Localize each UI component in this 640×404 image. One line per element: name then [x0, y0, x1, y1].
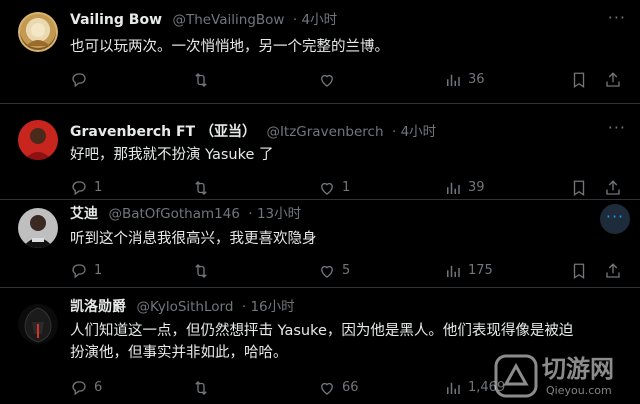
avatar[interactable]: [18, 304, 58, 344]
reply-button[interactable]: 1: [70, 261, 102, 281]
share-button[interactable]: [604, 70, 628, 90]
analytics-icon: [447, 265, 460, 277]
like-button[interactable]: 5: [318, 261, 350, 281]
share-icon: [606, 72, 620, 87]
watermark: 切游网 Qieyou.com: [494, 354, 634, 400]
reply-icon: [72, 73, 86, 88]
like-count: 66: [342, 380, 359, 395]
bookmark-icon: [573, 72, 585, 89]
reply-icon: [72, 381, 86, 396]
more-icon[interactable]: ···: [608, 8, 626, 27]
user-handle[interactable]: @ItzGravenberch: [266, 124, 383, 140]
tweet[interactable]: Gravenberch FT （亚当） @ItzGravenberch · 4小…: [0, 104, 640, 200]
tweet[interactable]: Vailing Bow @TheVailingBow · 4小时 ··· 也可以…: [0, 0, 640, 104]
user-handle[interactable]: @BatOfGotham146: [108, 206, 239, 222]
timestamp[interactable]: · 16小时: [242, 299, 295, 315]
analytics-icon: [447, 74, 460, 86]
share-icon: [606, 180, 620, 195]
analytics-icon: [447, 182, 460, 194]
reply-button[interactable]: 1: [70, 178, 102, 198]
retweet-button[interactable]: [192, 261, 216, 281]
share-button[interactable]: [604, 178, 628, 198]
bookmark-button[interactable]: [570, 178, 594, 198]
like-button[interactable]: [318, 70, 342, 90]
tweet-text: 听到这个消息我很高兴，我更喜欢隐身: [70, 231, 317, 247]
retweet-button[interactable]: [192, 378, 216, 398]
retweet-icon: [195, 381, 207, 395]
heart-icon: [321, 265, 333, 278]
share-button[interactable]: [604, 261, 628, 281]
display-name[interactable]: 凯洛勋爵: [70, 299, 126, 315]
timestamp[interactable]: · 4小时: [293, 12, 337, 28]
tweet-text: 也可以玩两次。一次悄悄地，另一个完整的兰博。: [70, 39, 389, 55]
tweet[interactable]: 艾迪 @BatOfGotham146 · 13小时 ··· 听到这个消息我很高兴…: [0, 200, 640, 288]
avatar[interactable]: [18, 208, 58, 248]
retweet-button[interactable]: [192, 70, 216, 90]
reply-button[interactable]: [70, 70, 94, 90]
user-handle[interactable]: @TheVailingBow: [172, 12, 284, 28]
view-count: 36: [468, 72, 485, 87]
heart-icon: [321, 382, 333, 395]
views-button[interactable]: 175: [444, 261, 493, 281]
more-icon[interactable]: ···: [600, 204, 630, 234]
like-count: 5: [342, 263, 351, 278]
more-icon[interactable]: ···: [608, 118, 626, 137]
view-count: 39: [468, 180, 485, 195]
avatar[interactable]: [18, 120, 58, 160]
reply-count: 6: [94, 380, 103, 395]
views-button[interactable]: 39: [444, 178, 485, 198]
watermark-text: 切游网: [542, 355, 614, 383]
views-button[interactable]: 36: [444, 70, 485, 90]
bookmark-icon: [573, 263, 585, 280]
reply-count: 1: [94, 180, 103, 195]
avatar[interactable]: [18, 12, 58, 52]
retweet-icon: [195, 181, 207, 195]
share-icon: [606, 263, 620, 278]
heart-icon: [321, 74, 333, 87]
reply-count: 1: [94, 263, 103, 278]
bookmark-icon: [573, 180, 585, 197]
retweet-icon: [195, 264, 207, 278]
analytics-icon: [447, 382, 460, 394]
reply-icon: [72, 264, 86, 279]
user-handle[interactable]: @KyloSithLord: [136, 299, 233, 315]
reply-button[interactable]: 6: [70, 378, 102, 398]
bookmark-button[interactable]: [570, 70, 594, 90]
display-name[interactable]: Gravenberch FT （亚当）: [70, 124, 256, 140]
display-name[interactable]: 艾迪: [70, 206, 98, 222]
bookmark-button[interactable]: [570, 261, 594, 281]
heart-icon: [321, 182, 333, 195]
timestamp[interactable]: · 4小时: [392, 124, 436, 140]
display-name[interactable]: Vailing Bow: [70, 12, 162, 28]
like-button[interactable]: 1: [318, 178, 350, 198]
reply-icon: [72, 181, 86, 196]
timestamp[interactable]: · 13小时: [248, 206, 301, 222]
retweet-icon: [195, 73, 207, 87]
retweet-button[interactable]: [192, 178, 216, 198]
tweet-text: 好吧，那我就不扮演 Yasuke 了: [70, 147, 274, 163]
tweet-text: 人们知道这一点，但仍然想抨击 Yasuke，因为他是黑人。他们表现得像是被迫: [70, 323, 574, 339]
like-count: 1: [342, 180, 351, 195]
view-count: 175: [468, 263, 493, 278]
watermark-subtext: Qieyou.com: [546, 384, 612, 397]
like-button[interactable]: 66: [318, 378, 359, 398]
